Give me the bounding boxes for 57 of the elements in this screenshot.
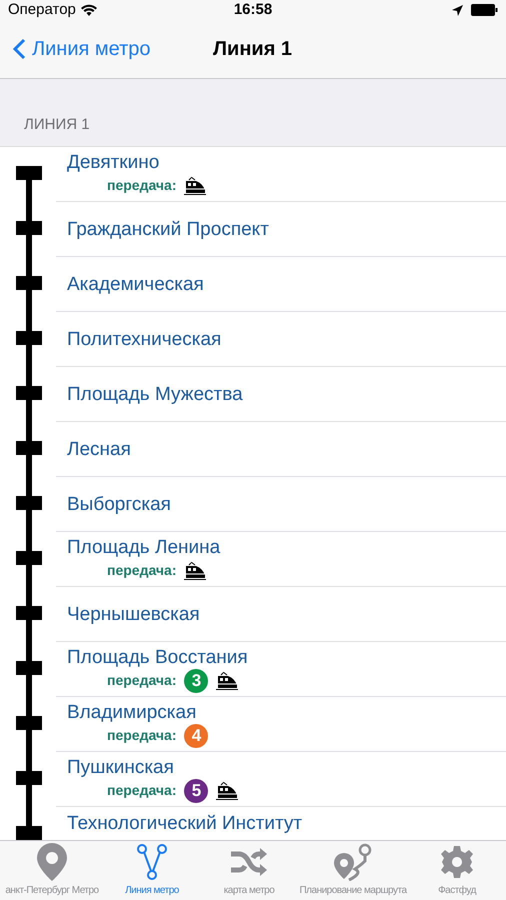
- line-stop-icon: [16, 642, 42, 697]
- station-row[interactable]: Чернышевская: [0, 587, 506, 642]
- station-name: Площадь Мужества: [67, 382, 244, 406]
- route-icon: [333, 843, 373, 881]
- branch-icon: [137, 844, 167, 880]
- line-stop-icon: [16, 477, 42, 532]
- station-name: Площадь Ленина: [67, 536, 222, 558]
- back-chevron-icon: [13, 38, 26, 60]
- station-name: Девяткино: [67, 150, 160, 174]
- line-stop-icon: [16, 532, 42, 587]
- station-row[interactable]: Политехническая: [0, 312, 506, 367]
- line-number-badge: 4: [184, 724, 208, 748]
- line-stop-icon: [16, 312, 42, 367]
- transfer-label: передача:: [107, 561, 176, 580]
- line-stop-icon: [16, 587, 42, 642]
- back-button[interactable]: Линия метро: [0, 34, 151, 64]
- station-name: Пушкинская: [67, 756, 175, 778]
- station-row[interactable]: Площадь Восстания передача: 3: [0, 642, 506, 697]
- station-name: Владимирская: [67, 700, 198, 724]
- line-stop-icon: [16, 367, 42, 422]
- station-name: Академическая: [67, 272, 205, 296]
- transfer-label: передача:: [107, 781, 176, 800]
- station-name: Чернышевская: [67, 602, 201, 626]
- station-name: Лесная: [67, 438, 132, 460]
- wifi-icon: [80, 4, 97, 16]
- station-row[interactable]: Академическая: [0, 257, 506, 312]
- screen-title: Линия 1: [213, 37, 292, 62]
- section-header: ЛИНИЯ 1: [24, 114, 90, 134]
- line-number-badge: 3: [184, 668, 208, 692]
- location-arrow-icon: [452, 4, 463, 16]
- station-name: Выборгская: [67, 492, 172, 516]
- station-row[interactable]: Площадь Ленина передача:: [0, 532, 506, 587]
- station-row[interactable]: Девяткино передача:: [0, 147, 506, 202]
- line-number-badge: 5: [184, 778, 208, 802]
- station-row[interactable]: Владимирская передача: 4: [0, 697, 506, 752]
- station-row[interactable]: Пушкинская передача: 5: [0, 752, 506, 807]
- line-stop-icon: [16, 257, 42, 312]
- station-name: Гражданский Проспект: [67, 218, 270, 240]
- carrier-name: Оператор: [8, 0, 76, 20]
- station-row[interactable]: Выборгская: [0, 477, 506, 532]
- transfer-label: передача:: [107, 726, 176, 745]
- station-name: Технологический Институт: [67, 812, 304, 835]
- settings-icon: [441, 846, 473, 878]
- station-row[interactable]: Гражданский Проспект: [0, 202, 506, 257]
- shuffle-icon: [231, 848, 267, 876]
- tab-button[interactable]: Линия метро: [104, 841, 200, 900]
- line-stop-icon: [16, 422, 42, 477]
- clock-time: 16:58: [234, 0, 272, 20]
- station-name: Площадь Восстания: [67, 646, 249, 668]
- station-name: Политехническая: [67, 328, 222, 350]
- map-pin-icon: [37, 843, 67, 881]
- battery-icon: [471, 4, 498, 16]
- station-row[interactable]: Лесная: [0, 422, 506, 477]
- transfer-label: передача:: [107, 671, 176, 690]
- station-row[interactable]: Площадь Мужества: [0, 367, 506, 422]
- transfer-label: передача:: [107, 176, 176, 195]
- line-stop-icon: [16, 697, 42, 752]
